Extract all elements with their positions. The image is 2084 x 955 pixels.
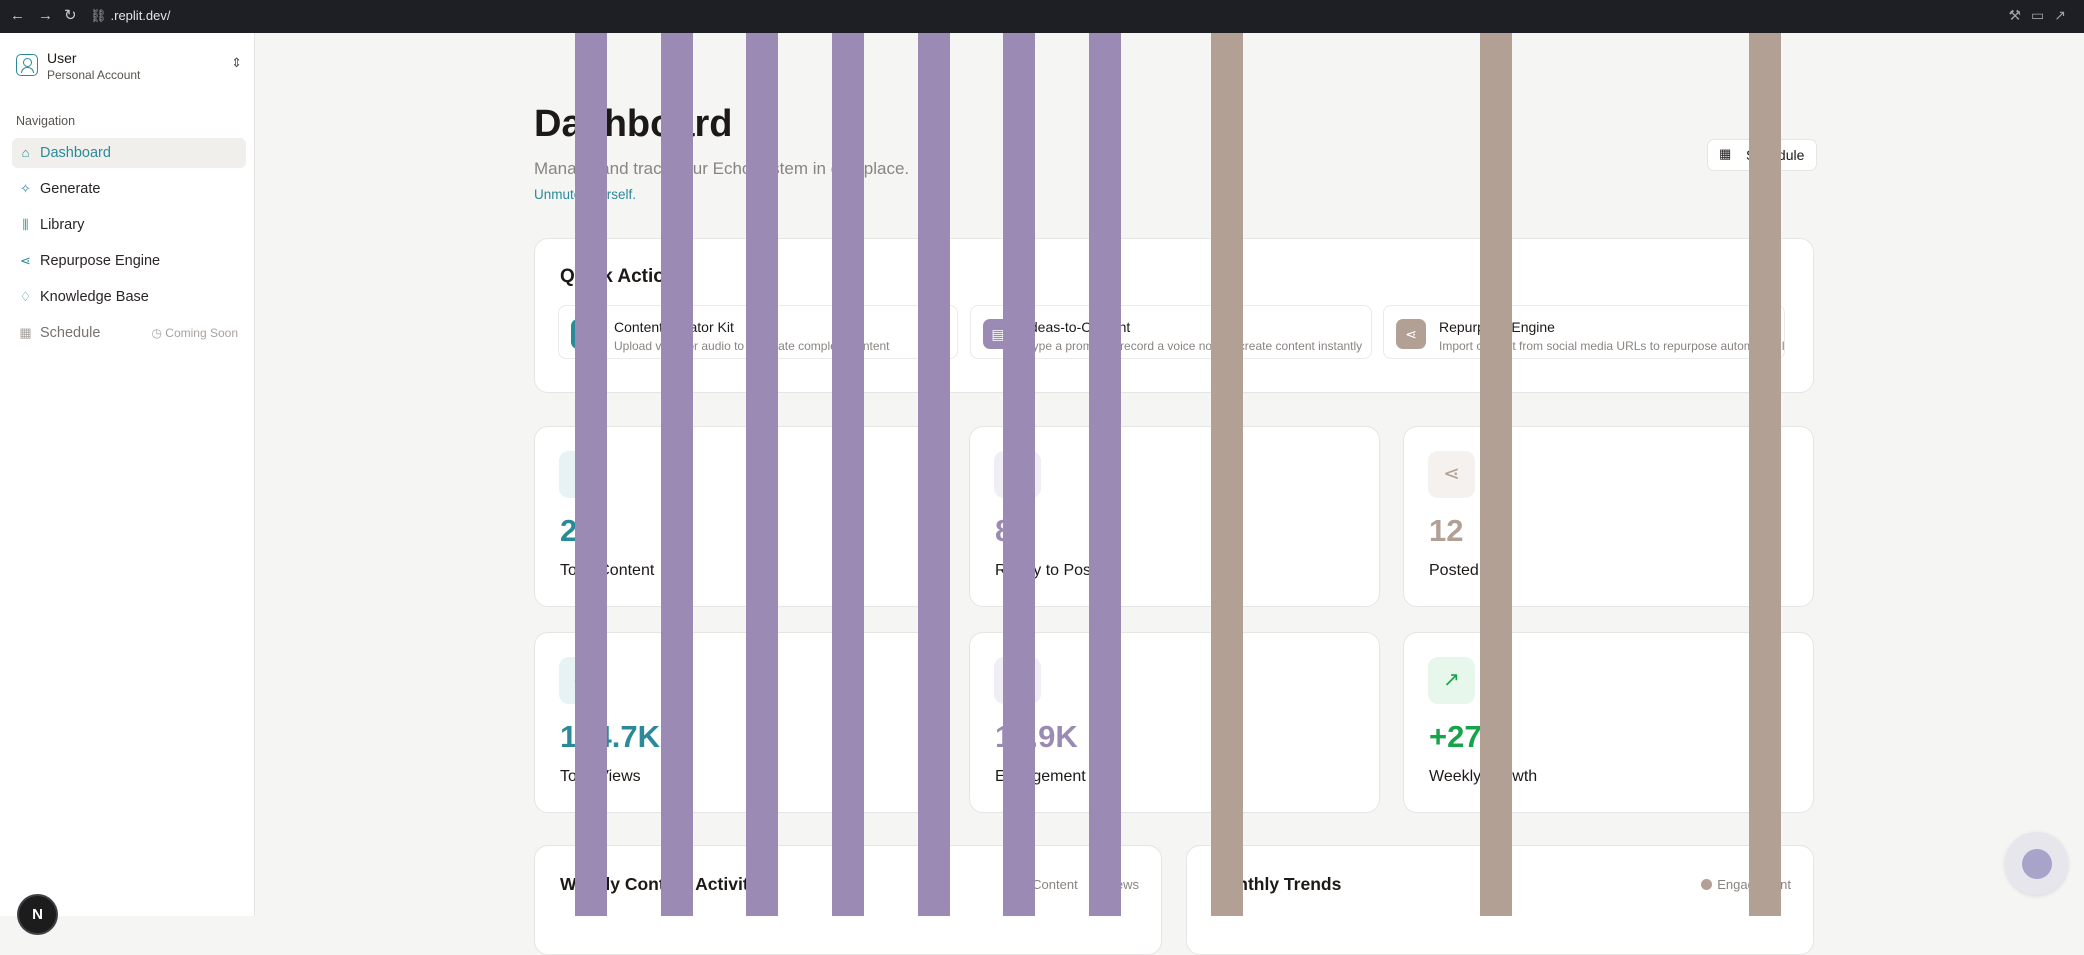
sidebar-item-knowledge-base[interactable]: ♢ Knowledge Base xyxy=(12,282,246,312)
sparkles-icon: ✧ xyxy=(20,181,31,196)
legend-label: Content xyxy=(1032,877,1078,892)
overlay-stripe xyxy=(1480,33,1512,916)
user-icon xyxy=(16,54,38,76)
library-icon: ⫼ xyxy=(22,217,29,232)
quick-action-repurpose-engine[interactable]: ⋖ Repurpose Engine Import content from s… xyxy=(1383,305,1785,359)
sidebar-item-label: Knowledge Base xyxy=(40,289,149,305)
sidebar-item-dashboard[interactable]: ⌂ Dashboard xyxy=(12,138,246,168)
share-icon: ⋖ xyxy=(1428,451,1475,498)
overlay-stripe xyxy=(575,33,607,916)
home-icon: ⌂ xyxy=(21,145,30,160)
stat-label: Posted xyxy=(1429,562,1479,579)
sidebar-item-schedule: ▦ Schedule ◷ Coming Soon xyxy=(12,318,246,348)
legend-dot-engagement xyxy=(1701,879,1713,890)
external-link-icon[interactable]: ↗ xyxy=(2054,7,2076,23)
sidebar-item-label: Dashboard xyxy=(40,145,111,161)
account-switcher[interactable]: User Personal Account ⇕ xyxy=(16,50,242,82)
coming-soon-label: Coming Soon xyxy=(165,326,238,340)
wrench-icon[interactable]: ⚒ xyxy=(2008,7,2031,23)
sidebar-item-generate[interactable]: ✧ Generate xyxy=(12,174,246,204)
chat-icon xyxy=(2022,849,2052,879)
sidebar: User Personal Account ⇕ Navigation ⌂ Das… xyxy=(0,33,255,933)
account-type: Personal Account xyxy=(47,68,141,82)
chevrons-up-down-icon: ⇕ xyxy=(231,55,242,70)
address-bar[interactable]: ⛓ .replit.dev/ xyxy=(90,8,171,24)
share-icon: ⋖ xyxy=(20,253,31,268)
browser-toolbar: ← → ↻ ⛓ .replit.dev/ ⚒▭↗ xyxy=(0,0,2084,33)
quick-action-description: Type a prompt or record a voice note to … xyxy=(1026,339,1363,353)
link-icon: ⛓ xyxy=(90,8,107,23)
overlay-stripe xyxy=(1003,33,1035,916)
calendar-icon: ▦ xyxy=(1719,146,1732,161)
sidebar-item-library[interactable]: ⫼ Library xyxy=(12,210,246,240)
stat-value: 12 xyxy=(1429,513,1464,548)
share-icon: ⋖ xyxy=(1396,319,1426,349)
calendar-icon: ▦ xyxy=(19,325,32,340)
assistant-badge[interactable]: N xyxy=(19,896,56,933)
back-icon[interactable]: ← xyxy=(10,7,25,25)
sidebar-item-label: Generate xyxy=(40,181,101,197)
sidebar-item-label: Schedule xyxy=(40,325,101,341)
forward-icon[interactable]: → xyxy=(38,7,53,25)
main-content: Dashboard Manage and track your EchoSyst… xyxy=(255,33,2084,955)
sidebar-item-label: Repurpose Engine xyxy=(40,253,161,269)
chat-bubble-button[interactable] xyxy=(2005,832,2068,895)
reload-icon[interactable]: ↻ xyxy=(64,7,77,25)
devices-icon[interactable]: ▭ xyxy=(2031,7,2054,23)
lightbulb-icon: ♢ xyxy=(19,289,32,304)
overlay-stripe xyxy=(832,33,864,916)
clock-icon: ◷ xyxy=(151,326,166,340)
trending-up-icon: ↗ xyxy=(1428,657,1475,704)
sidebar-item-repurpose-engine[interactable]: ⋖ Repurpose Engine xyxy=(12,246,246,276)
account-name: User xyxy=(47,50,77,66)
overlay-stripe xyxy=(746,33,778,916)
nav-section-label: Navigation xyxy=(16,114,76,128)
overlay-stripe xyxy=(661,33,693,916)
overlay-stripe xyxy=(1089,33,1121,916)
overlay-stripe xyxy=(1211,33,1243,916)
overlay-stripe xyxy=(918,33,950,916)
sidebar-item-label: Library xyxy=(40,217,85,233)
page-title: Dashboard xyxy=(534,103,733,145)
url-text: .replit.dev/ xyxy=(110,8,171,23)
quick-actions-card: Quick Actions ⇪ Content Creator Kit Uplo… xyxy=(534,238,1814,393)
overlay-stripe xyxy=(1749,33,1781,916)
browser-actions: ⚒▭↗ xyxy=(2008,7,2076,24)
coming-soon-badge: ◷ Coming Soon xyxy=(151,326,238,340)
